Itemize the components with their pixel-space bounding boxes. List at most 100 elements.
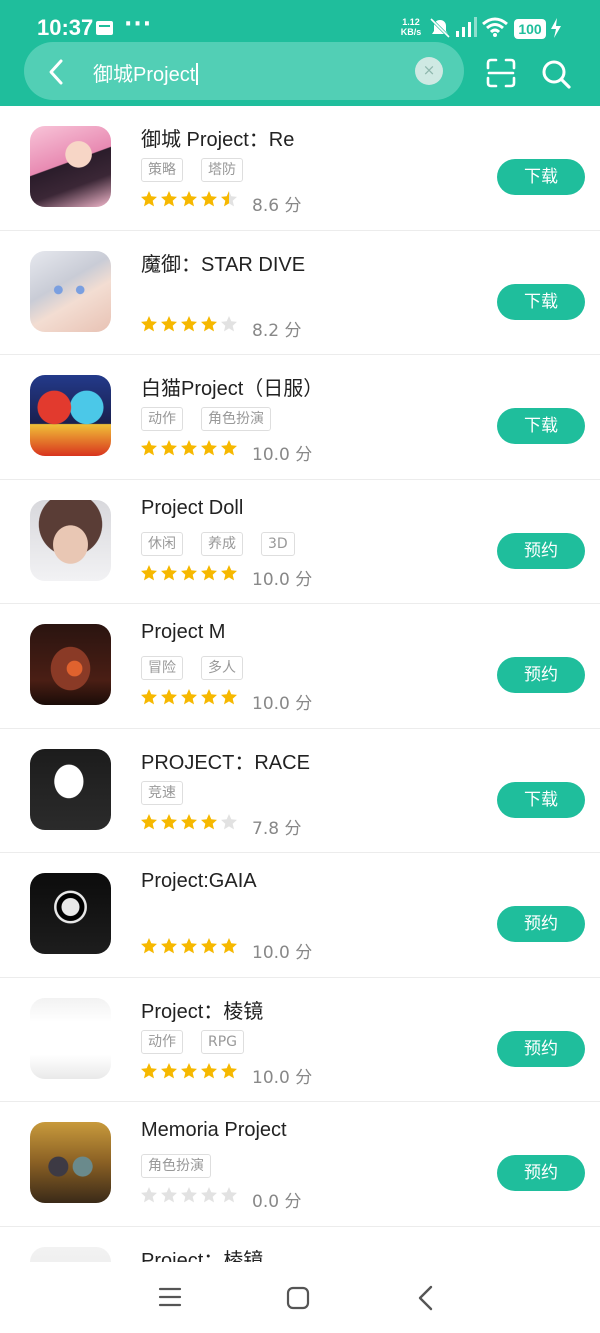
search-box[interactable] [24, 42, 464, 100]
rating-score: 8.6 分 [252, 196, 302, 216]
result-row[interactable]: Project Doll 休闲 养成 3D 10.0 分 预约 [0, 480, 600, 604]
star-icon [181, 315, 197, 331]
back-icon[interactable] [36, 52, 76, 92]
rating-stars [140, 688, 238, 706]
scan-icon[interactable] [486, 58, 516, 88]
star-icon [141, 1187, 157, 1203]
tag-list: 竞速 [141, 780, 183, 805]
tag: 养成 [201, 531, 243, 556]
tag: 角色扮演 [141, 1154, 211, 1178]
app-title[interactable]: Project M [141, 621, 225, 644]
star-icon [201, 1062, 217, 1078]
rating-stars [140, 315, 238, 333]
result-row[interactable]: PROJECT：RACE 竞速 7.8 分 下载 [0, 729, 600, 853]
tag-list: 策略 塔防 [141, 158, 243, 182]
star-icon [161, 938, 177, 954]
status-time: 10:37 [37, 15, 94, 40]
result-row[interactable]: Project M 冒险 多人 10.0 分 预约 [0, 604, 600, 729]
star-icon [161, 440, 177, 456]
result-row[interactable]: 白猫Project（日服） 动作 角色扮演 10.0 分 下载 [0, 355, 600, 480]
star-icon [141, 315, 157, 331]
tag-list: 动作 角色扮演 [141, 407, 271, 431]
rating-stars [140, 937, 238, 955]
home-icon[interactable] [286, 1286, 310, 1310]
search-icon[interactable] [540, 58, 572, 90]
menu-icon[interactable] [158, 1286, 182, 1308]
app-title[interactable]: Memoria Project [141, 1119, 287, 1142]
app-icon[interactable] [30, 997, 111, 1079]
action-button[interactable]: 预约 [497, 1155, 585, 1191]
back-nav-icon[interactable] [416, 1285, 436, 1311]
star-icon [141, 813, 157, 829]
app-icon[interactable] [30, 873, 111, 954]
tag: 竞速 [141, 780, 183, 805]
app-icon[interactable] [30, 1122, 111, 1203]
charging-icon [551, 18, 561, 38]
star-icon [201, 564, 217, 580]
star-icon [161, 191, 177, 207]
search-results-list: 御城 Project：Re 策略 塔防 8.6 分下载 魔御：STAR DIVE 8.2 … [0, 106, 600, 1333]
tag: RPG [201, 1029, 245, 1054]
rating-stars [140, 1186, 238, 1204]
rating-score: 0.0 分 [252, 1192, 302, 1212]
star-icon [221, 315, 237, 331]
app-icon[interactable] [30, 748, 111, 830]
tag: 动作 [141, 1029, 183, 1054]
app-title[interactable]: Project Doll [141, 497, 243, 520]
result-row[interactable]: Project：棱镜动作 RPG 10.0 分 预约 [0, 978, 600, 1102]
search-input[interactable]: 御城Project [93, 58, 199, 87]
star-icon [161, 689, 177, 705]
app-title[interactable]: PROJECT：RACE [141, 746, 310, 775]
star-icon [221, 689, 237, 705]
app-title[interactable]: 魔御：STAR DIVE [141, 248, 305, 277]
action-button[interactable]: 下载 [497, 159, 585, 195]
action-button[interactable]: 预约 [497, 532, 585, 569]
app-title[interactable]: 白猫Project（日服） [141, 372, 323, 401]
action-button[interactable]: 预约 [497, 906, 585, 942]
app-icon[interactable] [30, 624, 111, 705]
app-icon[interactable] [30, 499, 111, 581]
star-icon [221, 1187, 237, 1203]
star-icon [161, 1062, 177, 1078]
rating-score: 10.0 分 [252, 1067, 313, 1088]
clear-icon[interactable]: × [415, 57, 443, 85]
rating-score: 10.0 分 [252, 943, 313, 963]
app-icon[interactable] [30, 250, 111, 332]
action-button[interactable]: 下载 [497, 283, 585, 320]
star-icon [201, 938, 217, 954]
app-title[interactable]: 御城 Project：Re [141, 123, 294, 152]
text-caret [196, 63, 199, 85]
status-bar: 10:37 ··· 1.12 KB/s 100 [0, 0, 600, 42]
action-button[interactable]: 预约 [497, 657, 585, 693]
star-icon [181, 1062, 197, 1078]
star-icon [181, 191, 197, 207]
rating-score: 10.0 分 [252, 445, 313, 465]
result-row[interactable]: 御城 Project：Re 策略 塔防 8.6 分 下载 [0, 106, 600, 231]
search-query: 御城Project [93, 64, 196, 86]
rating-stars [140, 1062, 238, 1080]
app-icon[interactable] [30, 375, 111, 456]
star-icon [181, 1187, 197, 1203]
app-icon[interactable] [30, 126, 111, 207]
app-title[interactable]: Project：棱镜 [141, 995, 263, 1024]
rating-score: 10.0 分 [252, 694, 313, 714]
result-row[interactable]: Memoria Project 角色扮演 0.0 分 预约 [0, 1102, 600, 1227]
star-icon [221, 191, 237, 207]
star-icon [201, 191, 217, 207]
rating-stars [140, 564, 238, 582]
action-button[interactable]: 预约 [497, 1030, 585, 1067]
star-icon [161, 813, 177, 829]
app-title[interactable]: Project:GAIA [141, 870, 257, 893]
tag: 多人 [201, 656, 243, 680]
tag: 塔防 [201, 158, 243, 182]
star-icon [221, 1062, 237, 1078]
star-icon [181, 813, 197, 829]
star-icon [141, 440, 157, 456]
action-button[interactable]: 下载 [497, 781, 585, 818]
star-icon [201, 315, 217, 331]
network-speed-unit: KB/s [400, 27, 422, 37]
result-row[interactable]: 魔御：STAR DIVE 8.2 分 下载 [0, 231, 600, 355]
result-row[interactable]: Project:GAIA 10.0 分 预约 [0, 853, 600, 978]
action-button[interactable]: 下载 [497, 408, 585, 444]
tag-list: 冒险 多人 [141, 656, 243, 680]
